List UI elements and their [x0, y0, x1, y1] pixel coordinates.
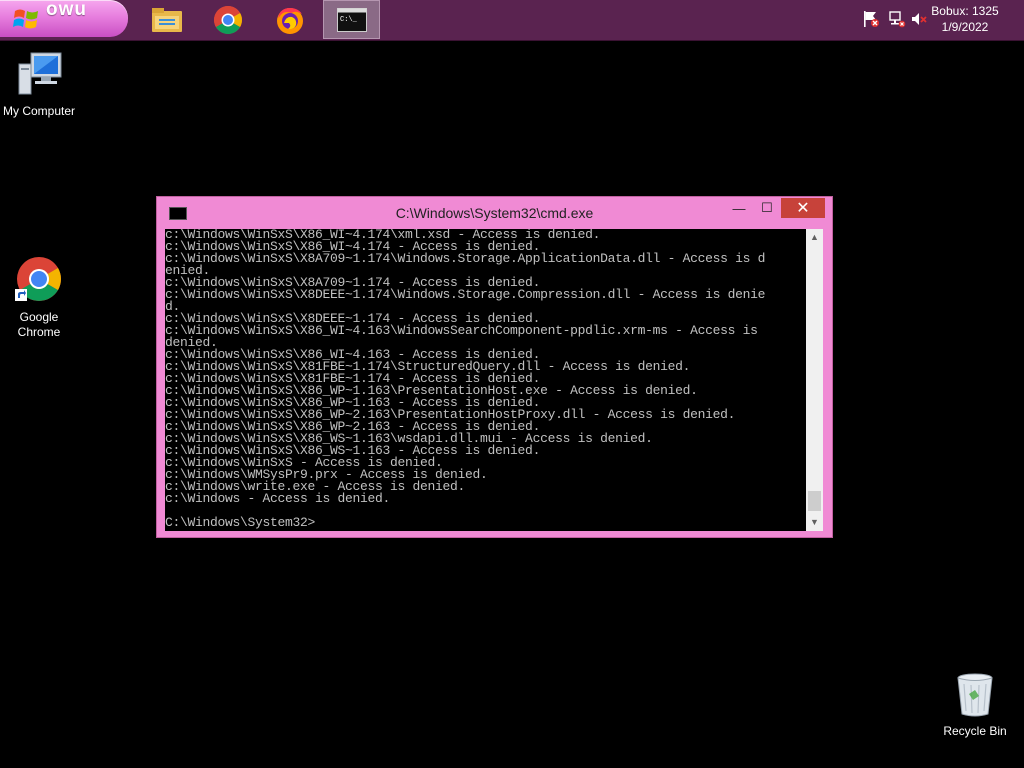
network-icon[interactable] [888, 10, 906, 28]
date-display: 1/9/2022 [941, 20, 989, 34]
desktop-icon-my-computer[interactable]: My Computer [0, 50, 78, 119]
console-lines: c:\Windows\WinSxS\X86_WI~4.174\xml.xsd -… [165, 229, 806, 529]
taskbar-firefox[interactable] [261, 0, 318, 39]
desktop-icon-label: Google Chrome [17, 310, 61, 339]
maximize-button[interactable]: ☐ [753, 198, 781, 218]
desktop-icon-google-chrome[interactable]: Google Chrome [0, 256, 78, 340]
minimize-icon: — [732, 200, 746, 216]
console-output[interactable]: c:\Windows\WinSxS\X86_WI~4.174\xml.xsd -… [165, 229, 806, 531]
chrome-icon [213, 5, 242, 34]
console-line: c:\Windows - Access is denied. [165, 491, 391, 506]
scroll-up-arrow-icon[interactable]: ▲ [806, 229, 823, 246]
console-line: c:\Windows\WinSxS\X8DEEE~1.174\Windows.S… [165, 287, 766, 302]
maximize-icon: ☐ [761, 200, 773, 215]
scroll-down-arrow-icon[interactable]: ▼ [806, 514, 823, 531]
taskbar-chrome[interactable] [199, 0, 256, 39]
firefox-icon [276, 7, 303, 34]
start-button[interactable]: owu [0, 0, 128, 37]
chrome-icon [15, 257, 61, 301]
bobux-counter: Bobux: 1325 [931, 4, 999, 18]
desktop-icon-label: My Computer [2, 104, 76, 118]
scroll-thumb[interactable] [808, 491, 821, 511]
vertical-scrollbar[interactable]: ▲ ▼ [806, 229, 823, 531]
cmd-window[interactable]: C:\Windows\System32\cmd.exe — ☐ ✕ c:\Win… [156, 196, 833, 538]
windows-logo-icon [13, 9, 38, 29]
taskbar-cmd[interactable]: C:\_ [323, 0, 380, 39]
desktop-icon-recycle-bin[interactable]: Recycle Bin [936, 670, 1014, 739]
minimize-button[interactable]: — [725, 198, 753, 218]
svg-text:C:\_: C:\_ [340, 16, 358, 24]
close-button[interactable]: ✕ [781, 198, 825, 218]
close-icon: ✕ [796, 200, 810, 217]
console-line: c:\Windows\WinSxS\X86_WI~4.163\WindowsSe… [165, 323, 758, 338]
folder-icon [151, 7, 182, 32]
computer-icon [18, 52, 62, 95]
recycle-bin-icon [957, 673, 993, 717]
taskbar-file-explorer[interactable] [138, 0, 195, 39]
cmd-icon: C:\_ [336, 7, 367, 32]
flag-icon[interactable] [862, 10, 880, 28]
clock[interactable]: Bobux: 1325 1/9/2022 [920, 3, 1010, 35]
cmd-titlebar[interactable]: C:\Windows\System32\cmd.exe — ☐ ✕ [157, 197, 832, 228]
console-line: c:\Windows\WinSxS\X8A709~1.174\Windows.S… [165, 251, 766, 266]
taskbar: owu C:\_ Bobux: 1325 1/9/2022 [0, 0, 1024, 41]
desktop-icon-label: Recycle Bin [943, 724, 1007, 738]
console-line: C:\Windows\System32> [165, 515, 316, 530]
start-label: owu [46, 0, 87, 20]
